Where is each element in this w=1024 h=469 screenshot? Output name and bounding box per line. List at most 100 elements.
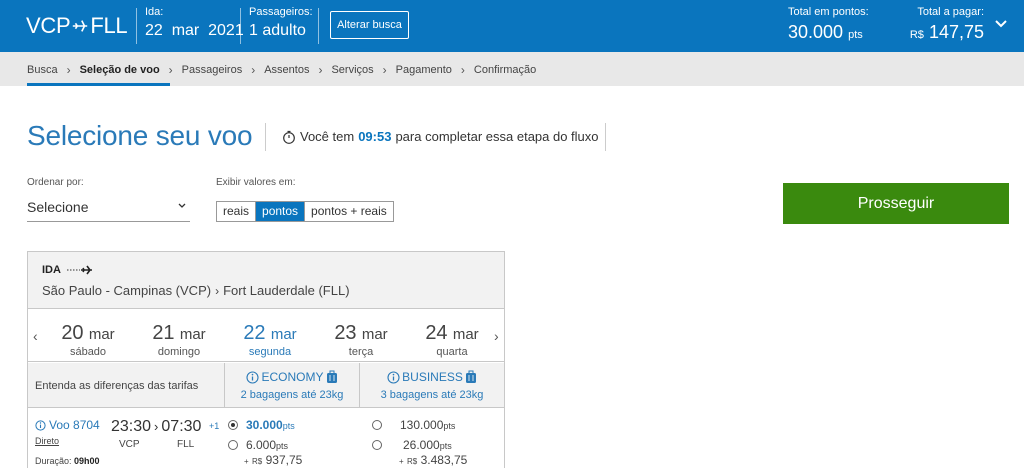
radio-button[interactable]	[228, 440, 238, 450]
total-to-pay-value: 147,75	[928, 22, 984, 42]
economy-opt2-currency: R$	[252, 457, 263, 466]
breadcrumb-item-passageiros: Passageiros	[181, 64, 243, 76]
fare-name-business: BUSINESS	[402, 370, 463, 384]
economy-opt2-amount: 937,75	[265, 453, 303, 467]
date-option[interactable]: 20 mar sábado	[48, 322, 128, 358]
fare-column-business: BUSINESS 3 bagagens até 23kg	[359, 363, 504, 408]
breadcrumb-item-assentos: Assentos	[264, 64, 310, 76]
chevron-down-icon	[178, 203, 186, 208]
total-points-label: Total em pontos:	[788, 6, 869, 18]
business-opt2-currency: R$	[407, 457, 418, 466]
breadcrumb-item-selecao-de-voo: Seleção de voo	[79, 64, 160, 76]
economy-opt1-points: 30.000	[246, 418, 283, 432]
date-month: mar	[179, 326, 206, 343]
business-opt2-points: 26.000	[403, 438, 440, 452]
flight-number[interactable]: Voo 8704	[35, 418, 100, 432]
proceed-button[interactable]: Prosseguir	[783, 183, 1009, 224]
luggage-icon	[326, 370, 337, 383]
flight-number-text: Voo 8704	[49, 418, 100, 432]
business-opt1-points: 130.000	[400, 418, 444, 432]
radio-button-selected[interactable]	[228, 420, 238, 430]
breadcrumb-item-confirmacao: Confirmação	[473, 64, 537, 76]
change-search-button[interactable]: Alterar busca	[330, 11, 409, 39]
card-route: São Paulo - Campinas (VCP) › Fort Lauderda…	[42, 283, 350, 298]
date-option[interactable]: 24 mar quarta	[412, 322, 492, 358]
passengers-info: Passageiros: 1 adulto	[249, 6, 313, 40]
chevron-right-icon[interactable]: ›	[494, 328, 499, 344]
divider	[240, 8, 241, 44]
flight-selection-card: IDA São Paulo - Campinas (VCP) › Fort Laud…	[27, 251, 505, 468]
divider	[136, 8, 137, 44]
economy-opt2-money: + R$ 937,75	[244, 453, 302, 467]
date-day: 24	[425, 322, 448, 344]
stopwatch-icon	[283, 130, 295, 144]
breadcrumb-item-busca[interactable]: Busca	[27, 64, 58, 76]
breadcrumb: Busca › Seleção de voo › Passageiros › A…	[27, 63, 536, 77]
chevron-right-icon: ›	[318, 63, 323, 77]
economy-opt2-unit: pts	[276, 441, 289, 451]
route-origin: VCP	[26, 13, 71, 38]
fare-option-business-points[interactable]: 130.000pts	[372, 418, 492, 432]
sort-select[interactable]: Selecione	[27, 193, 190, 222]
departure-date-label: Ida:	[145, 6, 164, 18]
date-option-selected[interactable]: 22 mar segunda	[230, 322, 310, 358]
total-to-pay-currency: R$	[909, 29, 924, 41]
view-option-reais[interactable]: reais	[217, 202, 257, 221]
date-option[interactable]: 21 mar domingo	[139, 322, 219, 358]
fare-column-economy: ECONOMY 2 bagagens até 23kg	[224, 363, 359, 408]
chevron-left-icon[interactable]: ‹	[33, 328, 38, 344]
economy-opt2-prefix: +	[244, 457, 249, 466]
day-offset: +1	[209, 421, 220, 431]
radio-button[interactable]	[372, 440, 382, 450]
card-destination: Fort Lauderdale (FLL)	[223, 283, 350, 298]
date-month: mar	[452, 326, 479, 343]
breadcrumb-item-pagamento: Pagamento	[395, 64, 452, 76]
timer-value: 09:53	[358, 129, 392, 144]
card-header: IDA São Paulo - Campinas (VCP) › Fort Laud…	[28, 252, 504, 309]
economy-opt2-points: 6.000	[246, 438, 277, 452]
date-weekday: domingo	[157, 346, 201, 358]
business-opt2-amount: 3.483,75	[420, 453, 468, 467]
radio-button[interactable]	[372, 420, 382, 430]
breadcrumb-active-indicator	[27, 83, 170, 86]
view-option-pontos[interactable]: pontos	[256, 202, 306, 221]
flight-row: Voo 8704 Direto Duração: 09h00 23:30 › 07:…	[28, 409, 504, 469]
fare-option-economy-points[interactable]: 30.000pts	[228, 418, 348, 432]
info-icon[interactable]	[246, 370, 260, 384]
business-opt1-unit: pts	[443, 421, 456, 431]
date-weekday: terça	[348, 346, 374, 358]
chevron-down-icon[interactable]	[995, 20, 1007, 28]
total-points-unit: pts	[848, 29, 863, 41]
fare-header: Entenda as diferenças das tarifas ECONOM…	[28, 363, 504, 408]
divider	[605, 123, 606, 151]
date-option[interactable]: 23 mar terça	[321, 322, 401, 358]
date-weekday: quarta	[436, 346, 468, 358]
fare-differences-link[interactable]: Entenda as diferenças das tarifas	[35, 380, 198, 392]
business-opt2-prefix: +	[399, 457, 404, 466]
view-option-pontos-reais[interactable]: pontos + reais	[305, 202, 393, 221]
timer-suffix: para completar essa etapa do fluxo	[395, 129, 599, 144]
passengers-label: Passageiros:	[249, 6, 313, 18]
route-summary: VCP FLL	[26, 13, 128, 39]
fare-option-business-points-money[interactable]: 26.000pts	[372, 438, 492, 452]
info-icon[interactable]	[387, 370, 400, 384]
breadcrumb-bar: Busca › Seleção de voo › Passageiros › A…	[0, 52, 1024, 86]
luggage-icon	[465, 370, 476, 383]
flight-times: 23:30 › 07:30	[111, 418, 201, 436]
business-opt2-unit: pts	[439, 441, 452, 451]
departure-time: 23:30	[111, 418, 152, 435]
flight-duration: Duração: 09h00	[35, 456, 100, 466]
flight-type-link[interactable]: Direto	[35, 436, 59, 446]
fare-option-economy-points-money[interactable]: 6.000pts	[228, 438, 348, 452]
date-day: 21	[152, 322, 175, 344]
passengers-value: 1 adulto	[249, 22, 306, 39]
departure-airport: VCP	[119, 439, 140, 450]
breadcrumb-item-servicos: Serviços	[331, 64, 374, 76]
total-to-pay[interactable]: Total a pagar: R$ 147,75	[910, 6, 984, 43]
top-header-bar: VCP FLL Ida: 22 mar 2021 Passageiros: 1 a…	[0, 0, 1024, 52]
duration-value: 09h00	[74, 456, 100, 466]
direction-label: IDA	[42, 264, 94, 276]
total-points: Total em pontos: 30.000 pts	[788, 6, 869, 43]
business-opt2-money: + R$ 3.483,75	[399, 453, 467, 467]
date-carousel: ‹ 20 mar sábado 21 mar domingo 22 mar se…	[28, 310, 504, 362]
